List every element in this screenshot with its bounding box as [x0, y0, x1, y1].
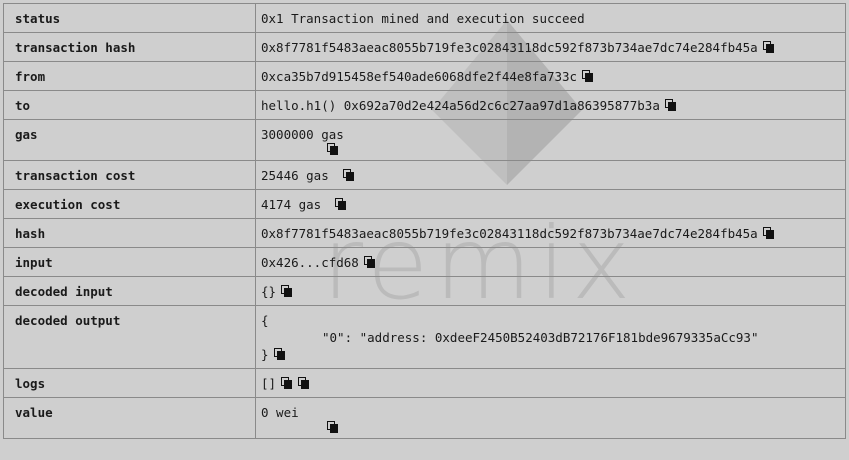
copy-icon[interactable]: [342, 169, 355, 181]
decoded-output-value: { "0": "address: 0xdeeF2450B52403dB72176…: [255, 305, 846, 369]
execution-cost-text[interactable]: 4174 gas: [261, 197, 321, 212]
decoded-input-text[interactable]: {}: [261, 284, 276, 299]
to-text[interactable]: hello.h1() 0x692a70d2e424a56d2c6c27aa97d…: [261, 98, 660, 113]
row-transaction-hash: transaction hash 0x8f7781f5483aeac8055b7…: [3, 32, 846, 62]
from-text[interactable]: 0xca35b7d915458ef540ade6068dfe2f44e8fa73…: [261, 69, 577, 84]
from-value: 0xca35b7d915458ef540ade6068dfe2f44e8fa73…: [255, 61, 846, 91]
copy-icon[interactable]: [664, 99, 677, 111]
status-value: 0x1 Transaction mined and execution succ…: [255, 3, 846, 33]
copy-icon[interactable]: [363, 256, 376, 268]
transaction-hash-label: transaction hash: [3, 32, 256, 62]
logs-text[interactable]: []: [261, 376, 276, 391]
status-label: status: [3, 3, 256, 33]
transaction-cost-text[interactable]: 25446 gas: [261, 168, 329, 183]
to-value: hello.h1() 0x692a70d2e424a56d2c6c27aa97d…: [255, 90, 846, 120]
gas-text[interactable]: 3000000 gas: [261, 127, 344, 142]
transaction-hash-text[interactable]: 0x8f7781f5483aeac8055b719fe3c02843118dc5…: [261, 40, 758, 55]
copy-icon[interactable]: [327, 421, 339, 433]
copy-icon[interactable]: [281, 285, 293, 297]
transaction-hash-value: 0x8f7781f5483aeac8055b719fe3c02843118dc5…: [255, 32, 846, 62]
hash-label: hash: [3, 218, 256, 248]
logs-label: logs: [3, 368, 256, 398]
row-status: status 0x1 Transaction mined and executi…: [3, 3, 846, 33]
hash-value: 0x8f7781f5483aeac8055b719fe3c02843118dc5…: [255, 218, 846, 248]
transaction-cost-value: 25446 gas: [255, 160, 846, 190]
value-text[interactable]: 0 wei: [261, 405, 299, 420]
row-input: input 0x426...cfd68: [3, 247, 846, 277]
row-value: value 0 wei: [3, 397, 846, 439]
execution-cost-label: execution cost: [3, 189, 256, 219]
execution-cost-value: 4174 gas: [255, 189, 846, 219]
decoded-input-label: decoded input: [3, 276, 256, 306]
row-transaction-cost: transaction cost 25446 gas: [3, 160, 846, 190]
row-to: to hello.h1() 0x692a70d2e424a56d2c6c27aa…: [3, 90, 846, 120]
input-text[interactable]: 0x426...cfd68: [261, 255, 359, 270]
copy-icon[interactable]: [298, 377, 310, 389]
decoded-output-close-brace: }: [261, 347, 269, 362]
to-label: to: [3, 90, 256, 120]
row-logs: logs []: [3, 368, 846, 398]
row-hash: hash 0x8f7781f5483aeac8055b719fe3c028431…: [3, 218, 846, 248]
decoded-output-entry[interactable]: "0": "address: 0xdeeF2450B52403dB72176F1…: [261, 329, 845, 346]
input-value: 0x426...cfd68: [255, 247, 846, 277]
row-decoded-input: decoded input {}: [3, 276, 846, 306]
copy-icon[interactable]: [762, 41, 775, 53]
row-decoded-output: decoded output { "0": "address: 0xdeeF24…: [3, 305, 846, 369]
value-value: 0 wei: [255, 397, 846, 439]
decoded-output-open-brace: {: [261, 313, 269, 328]
row-execution-cost: execution cost 4174 gas: [3, 189, 846, 219]
status-text[interactable]: 0x1 Transaction mined and execution succ…: [261, 11, 585, 26]
decoded-output-label: decoded output: [3, 305, 256, 369]
gas-label: gas: [3, 119, 256, 161]
input-label: input: [3, 247, 256, 277]
transaction-details-table: status 0x1 Transaction mined and executi…: [3, 3, 846, 439]
copy-icon[interactable]: [281, 377, 293, 389]
gas-value: 3000000 gas: [255, 119, 846, 161]
copy-icon[interactable]: [327, 143, 339, 155]
copy-icon[interactable]: [335, 198, 347, 210]
copy-icon[interactable]: [273, 348, 286, 360]
decoded-input-value: {}: [255, 276, 846, 306]
copy-icon[interactable]: [762, 227, 775, 239]
copy-icon[interactable]: [582, 70, 594, 82]
row-gas: gas 3000000 gas: [3, 119, 846, 161]
from-label: from: [3, 61, 256, 91]
transaction-cost-label: transaction cost: [3, 160, 256, 190]
hash-text[interactable]: 0x8f7781f5483aeac8055b719fe3c02843118dc5…: [261, 226, 758, 241]
value-label: value: [3, 397, 256, 439]
logs-value: []: [255, 368, 846, 398]
row-from: from 0xca35b7d915458ef540ade6068dfe2f44e…: [3, 61, 846, 91]
